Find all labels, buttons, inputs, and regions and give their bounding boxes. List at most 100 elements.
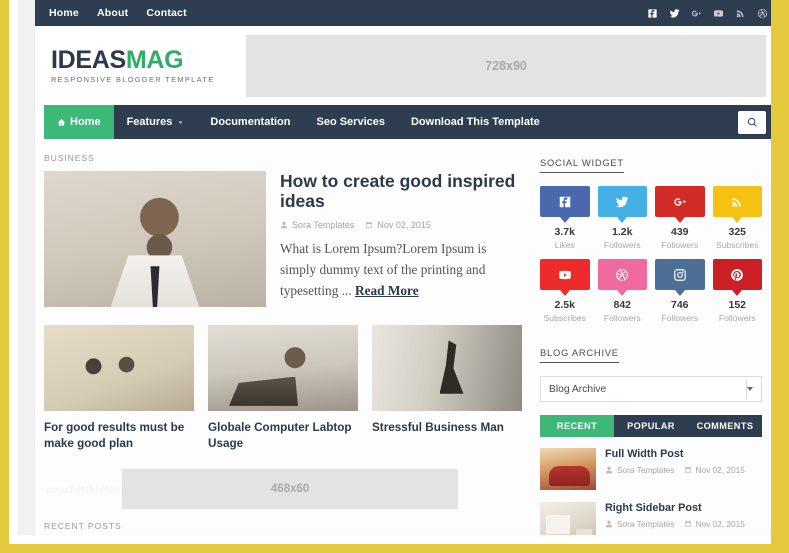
header-ad-banner[interactable]: 728x90	[246, 34, 766, 97]
social-tile-pinterest[interactable]: 152 Followers	[712, 259, 762, 323]
nav-item-home[interactable]: Home	[44, 105, 114, 139]
list-item-title[interactable]: Full Width Post	[605, 448, 745, 460]
social-tile-swatch	[712, 186, 762, 217]
tab-recent[interactable]: RECENT	[540, 415, 614, 437]
post-card-image[interactable]	[208, 325, 358, 411]
list-item[interactable]: Right Sidebar Post Sora Templates Nov 02…	[540, 502, 762, 535]
post-card-image[interactable]	[44, 325, 194, 411]
tab-popular[interactable]: POPULAR	[614, 415, 688, 437]
sidebar: SOCIAL WIDGET 3.7k Likes 1.2k Followers …	[540, 153, 762, 535]
top-bar: Home About Contact	[35, 0, 771, 26]
list-item-meta: Sora Templates Nov 02, 2015	[605, 519, 745, 529]
list-item-body: Full Width Post Sora Templates Nov 02, 2…	[605, 448, 745, 490]
chevron-down-icon	[179, 121, 183, 124]
social-count: 325	[728, 226, 747, 238]
social-tile-rss[interactable]: 325 Subscribes	[712, 186, 762, 250]
list-item-author-label: Sora Templates	[617, 519, 675, 529]
dribbble-icon[interactable]	[757, 8, 768, 19]
featured-post-image[interactable]	[44, 171, 266, 307]
nav-item-documentation[interactable]: Documentation	[197, 105, 303, 139]
youtube-icon[interactable]	[713, 8, 724, 19]
top-social-links	[647, 8, 768, 19]
social-tile-swatch	[597, 186, 647, 217]
author-icon	[281, 221, 287, 229]
tab-comments[interactable]: COMMENTS	[688, 415, 762, 437]
inline-ad-banner[interactable]: 468x60	[122, 469, 458, 510]
featured-post-author-label: Sora Templates	[292, 219, 355, 230]
section-label-business: BUSINESS	[44, 153, 95, 163]
list-item-date-label: Nov 02, 2015	[695, 519, 745, 529]
post-card: Stressful Business Man	[372, 325, 522, 451]
read-more-link[interactable]: Read More	[355, 283, 419, 298]
chevron-down-icon	[747, 387, 753, 391]
twitter-icon[interactable]	[669, 8, 680, 19]
list-item-author: Sora Templates	[605, 519, 675, 529]
social-tile-swatch	[712, 259, 762, 290]
featured-post-author: Sora Templates	[280, 220, 354, 230]
post-card-title[interactable]: For good results must be make good plan	[44, 420, 194, 451]
social-tile-swatch	[655, 186, 705, 217]
social-count: 152	[728, 299, 747, 311]
rss-icon[interactable]	[735, 8, 746, 19]
post-card-title[interactable]: Globale Computer Labtop Usage	[208, 420, 358, 451]
google-plus-icon[interactable]	[691, 8, 702, 19]
top-navigation: Home About Contact	[49, 7, 187, 19]
nav-item-download-template[interactable]: Download This Template	[398, 105, 553, 139]
social-tile-swatch	[540, 186, 590, 217]
list-item-author: Sora Templates	[605, 465, 675, 475]
social-tile-facebook[interactable]: 3.7k Likes	[540, 186, 590, 250]
social-tile-twitter[interactable]: 1.2k Followers	[597, 186, 647, 250]
page-background: Home About Contact IDEASMAG RESPONSIVE B…	[18, 0, 771, 535]
blog-archive-widget: BLOG ARCHIVE Blog Archive	[540, 343, 762, 402]
page-frame: Home About Contact IDEASMAG RESPONSIVE B…	[0, 0, 789, 553]
nav-item-features[interactable]: Features	[114, 105, 198, 139]
instagram-icon	[673, 268, 686, 281]
social-count: 842	[613, 299, 632, 311]
recent-post-list: Full Width Post Sora Templates Nov 02, 2…	[540, 448, 762, 535]
social-tile-swatch	[655, 259, 705, 290]
topnav-item-contact[interactable]: Contact	[146, 7, 186, 19]
search-icon	[747, 117, 757, 127]
list-item-meta: Sora Templates Nov 02, 2015	[605, 465, 745, 475]
facebook-icon[interactable]	[647, 8, 658, 19]
topnav-item-home[interactable]: Home	[49, 7, 79, 19]
blog-archive-select[interactable]: Blog Archive	[540, 376, 762, 402]
author-icon	[606, 520, 612, 528]
featured-post-excerpt: What is Lorem Ipsum?Lorem Ipsum is simpl…	[280, 238, 524, 301]
featured-post-date-label: Nov 02, 2015	[377, 219, 431, 230]
social-tile-swatch	[597, 259, 647, 290]
site-container: Home About Contact IDEASMAG RESPONSIVE B…	[35, 0, 771, 535]
social-tile-dribbble[interactable]: 842 Followers	[597, 259, 647, 323]
social-count: 1.2k	[612, 226, 633, 238]
site-logo[interactable]: IDEASMAG RESPONSIVE BLOGGER TEMPLATE	[51, 45, 215, 83]
social-tile-google-plus[interactable]: 439 Followers	[655, 186, 705, 250]
nav-item-seo-services[interactable]: Seo Services	[303, 105, 398, 139]
logo-wordmark: IDEASMAG	[51, 45, 215, 74]
widget-title-social: SOCIAL WIDGET	[540, 157, 624, 173]
social-tile-swatch	[540, 259, 590, 290]
nav-item-features-label: Features	[126, 116, 173, 128]
social-count: 2.5k	[554, 299, 575, 311]
post-card-title[interactable]: Stressful Business Man	[372, 420, 522, 436]
twitter-icon	[616, 196, 629, 207]
author-icon	[606, 466, 612, 474]
featured-post-date: Nov 02, 2015	[365, 220, 431, 230]
list-item[interactable]: Full Width Post Sora Templates Nov 02, 2…	[540, 448, 762, 490]
main-navigation: Home Features Documentation Seo Services…	[44, 105, 771, 139]
sidebar-tabs: RECENT POPULAR COMMENTS	[540, 415, 762, 437]
site-header: IDEASMAG RESPONSIVE BLOGGER TEMPLATE 728…	[35, 26, 771, 105]
list-item-title[interactable]: Right Sidebar Post	[605, 502, 745, 514]
logo-secondary-text: MAG	[125, 45, 184, 74]
frame-right-edge	[771, 0, 780, 544]
social-tile-instagram[interactable]: 746 Followers	[655, 259, 705, 323]
social-label: Followers	[603, 240, 641, 250]
search-button[interactable]	[738, 110, 766, 134]
social-count: 3.7k	[554, 226, 575, 238]
content-area: BUSINESS How to create good inspired ide…	[35, 139, 771, 535]
post-card-image[interactable]	[372, 325, 522, 411]
social-tile-youtube[interactable]: 2.5k Subscribes	[540, 259, 590, 323]
list-item-date-label: Nov 02, 2015	[695, 465, 745, 475]
featured-post-title[interactable]: How to create good inspired ideas	[280, 171, 524, 212]
section-label-recent-posts: RECENT POSTS	[44, 521, 122, 532]
topnav-item-about[interactable]: About	[97, 7, 128, 19]
